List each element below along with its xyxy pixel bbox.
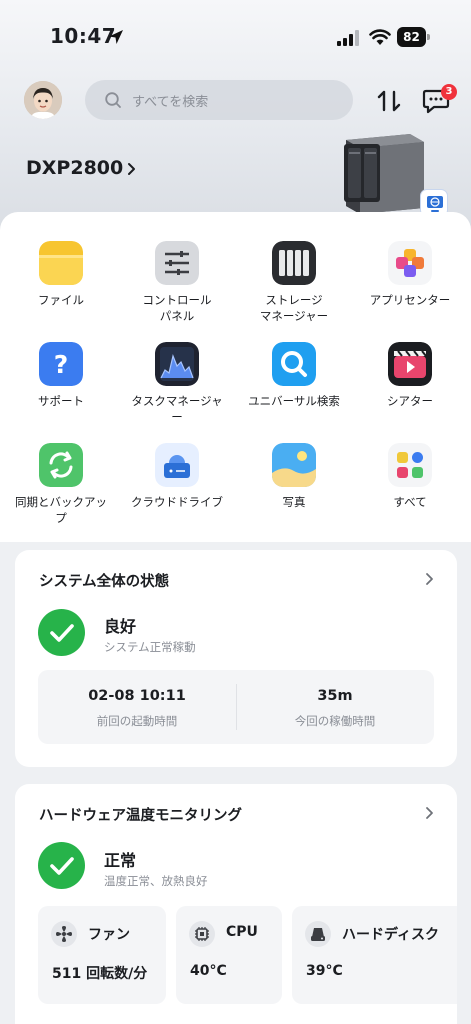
check-circle-icon bbox=[38, 842, 85, 889]
chevron-right-icon[interactable] bbox=[425, 572, 434, 586]
folder-icon bbox=[39, 241, 83, 285]
status-bar: 10:47 82 bbox=[0, 0, 471, 72]
transfer-icon[interactable] bbox=[376, 89, 402, 113]
search-icon bbox=[105, 92, 121, 108]
battery-icon: 82 bbox=[397, 27, 431, 47]
cpu-stat-card[interactable]: CPU 40°C bbox=[176, 906, 282, 1004]
cloud-drive-icon bbox=[155, 443, 199, 487]
cpu-value: 40°C bbox=[190, 963, 227, 979]
disk-value: 39°C bbox=[306, 963, 343, 979]
hardware-monitor-title: ハードウェア温度モニタリング bbox=[39, 808, 242, 824]
chevron-right-icon[interactable] bbox=[127, 162, 137, 176]
cpu-icon bbox=[189, 921, 215, 947]
photos-icon bbox=[272, 443, 316, 487]
svg-text:?: ? bbox=[54, 350, 69, 379]
storage-manager-icon bbox=[272, 241, 316, 285]
system-status-card[interactable]: システム全体の状態 良好 システム正常稼動 02-08 10:11 前回の起動時… bbox=[15, 550, 457, 767]
fan-stat-card[interactable]: ファン 511 回転数/分 bbox=[38, 906, 166, 1004]
check-circle-icon bbox=[38, 609, 85, 656]
system-status-title: システム全体の状態 bbox=[39, 574, 170, 590]
system-status-detail: システム正常稼動 bbox=[104, 640, 196, 654]
theater-icon bbox=[388, 342, 432, 386]
hardware-status-detail: 温度正常、放熱良好 bbox=[104, 874, 208, 888]
all-apps-icon bbox=[388, 443, 432, 487]
avatar[interactable] bbox=[24, 81, 62, 119]
last-boot-label: 前回の起動時間 bbox=[96, 714, 178, 728]
avatar-image bbox=[24, 81, 62, 119]
app-support[interactable]: ? サポート bbox=[6, 342, 116, 438]
app-task-manager[interactable]: タスクマネージャ ー bbox=[122, 342, 232, 438]
hardware-status-text: 正常 bbox=[104, 851, 137, 870]
search-placeholder: すべてを検索 bbox=[132, 95, 209, 110]
disk-stat-card[interactable]: ハードディスク 39°C bbox=[292, 906, 457, 1004]
hardware-monitor-card[interactable]: ハードウェア温度モニタリング 正常 温度正常、放熱良好 ファン 511 回転数/… bbox=[15, 784, 457, 1024]
app-all[interactable]: すべて bbox=[355, 443, 465, 539]
system-status-text: 良好 bbox=[104, 617, 137, 636]
battery-level: 82 bbox=[403, 30, 420, 44]
task-manager-icon bbox=[155, 342, 199, 386]
app-storage-manager[interactable]: ストレージ マネージャー bbox=[239, 241, 349, 337]
search-bar[interactable]: すべてを検索 bbox=[85, 80, 353, 120]
notification-badge: 3 bbox=[441, 84, 457, 100]
app-file[interactable]: ファイル bbox=[6, 241, 116, 337]
disk-title: ハードディスク bbox=[342, 927, 440, 943]
app-universal-search[interactable]: ユニバーサル検索 bbox=[239, 342, 349, 438]
universal-search-icon bbox=[272, 342, 316, 386]
app-photos[interactable]: 写真 bbox=[239, 443, 349, 539]
uptime-label: 今回の稼働時間 bbox=[294, 714, 376, 728]
cellular-signal-icon bbox=[337, 30, 359, 46]
apps-panel: ファイル コントロール パネル ストレージ マネージャー アプリセンター ? サ… bbox=[0, 212, 471, 542]
location-arrow-icon bbox=[109, 30, 123, 44]
chevron-right-icon[interactable] bbox=[425, 806, 434, 820]
app-theater[interactable]: シアター bbox=[355, 342, 465, 438]
uptime-stats: 02-08 10:11 前回の起動時間 35m 今回の稼働時間 bbox=[38, 670, 434, 744]
app-control-panel[interactable]: コントロール パネル bbox=[122, 241, 232, 337]
app-app-center[interactable]: アプリセンター bbox=[355, 241, 465, 337]
app-cloud-drive[interactable]: クラウドドライブ bbox=[122, 443, 232, 539]
device-name[interactable]: DXP2800 bbox=[26, 157, 123, 179]
support-icon: ? bbox=[39, 342, 83, 386]
hard-disk-icon bbox=[305, 921, 331, 947]
cpu-title: CPU bbox=[226, 924, 258, 940]
control-panel-icon bbox=[155, 241, 199, 285]
fan-icon bbox=[51, 921, 77, 947]
app-sync-backup[interactable]: 同期とバックアッ プ bbox=[6, 443, 116, 539]
sync-backup-icon bbox=[39, 443, 83, 487]
app-center-icon bbox=[388, 241, 432, 285]
last-boot-value: 02-08 10:11 bbox=[88, 688, 186, 704]
uptime-value: 35m bbox=[317, 688, 353, 704]
fan-value: 511 回転数/分 bbox=[52, 966, 148, 982]
nas-device-image bbox=[344, 134, 424, 214]
fan-title: ファン bbox=[88, 927, 130, 943]
wifi-icon bbox=[369, 29, 391, 45]
